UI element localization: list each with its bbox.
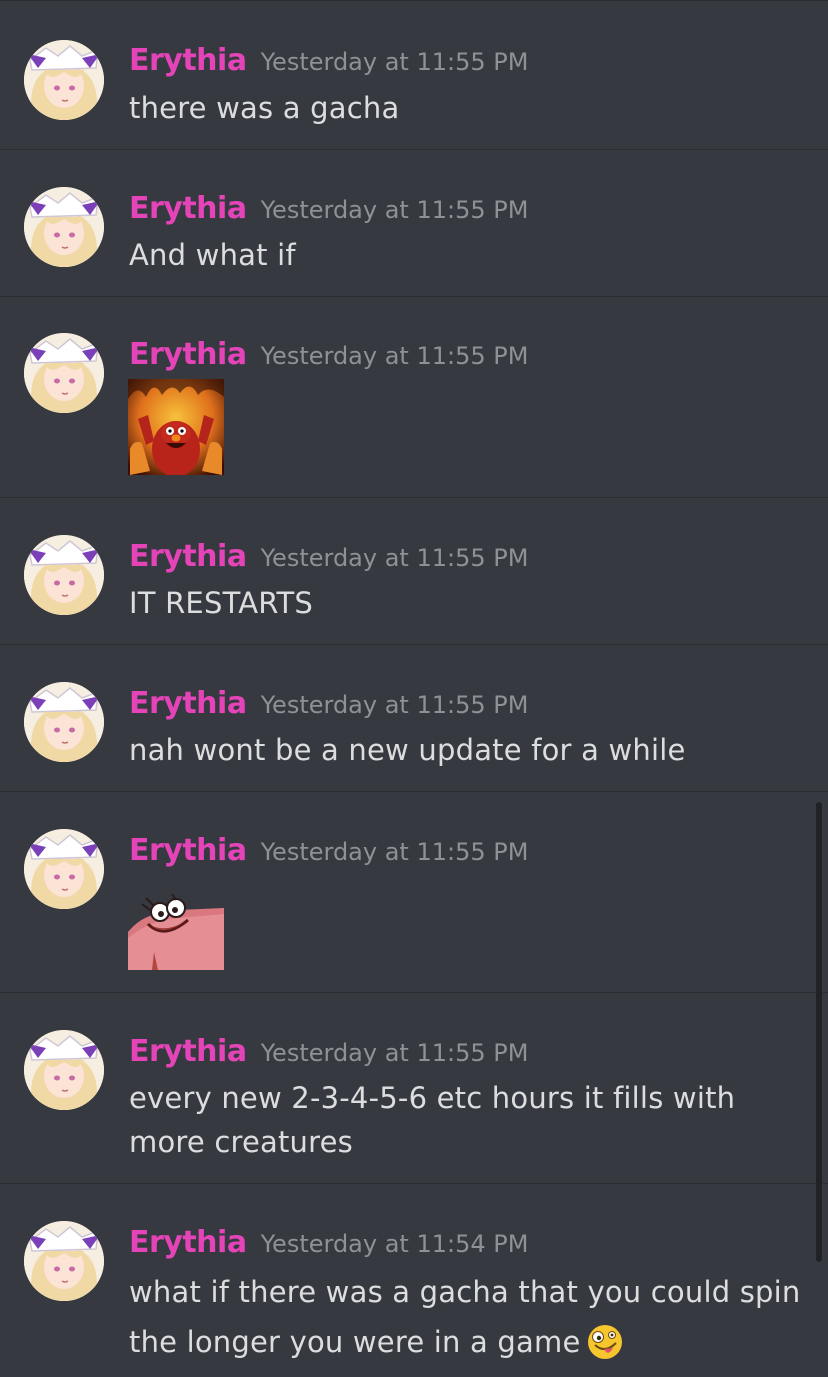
timestamp: Yesterday at 11:55 PM: [260, 838, 529, 866]
gif-attachment[interactable]: [128, 379, 224, 477]
author-name[interactable]: Erythia: [129, 43, 247, 78]
author-name[interactable]: Erythia: [129, 1225, 247, 1260]
elmo-on-fire-image: [128, 379, 224, 477]
message: Erythia Yesterday at 11:55 PM: [0, 791, 828, 992]
author-name[interactable]: Erythia: [129, 191, 247, 226]
user-avatar[interactable]: [24, 187, 104, 267]
timestamp: Yesterday at 11:55 PM: [260, 544, 529, 572]
message: Erythia Yesterday at 11:55 PM there was a…: [0, 0, 828, 149]
message-header: Erythia Yesterday at 11:55 PM: [129, 43, 528, 78]
user-avatar[interactable]: [24, 535, 104, 615]
timestamp: Yesterday at 11:55 PM: [260, 342, 529, 370]
message: Erythia Yesterday at 11:55 PM And what if: [0, 149, 828, 296]
author-name[interactable]: Erythia: [129, 539, 247, 574]
user-avatar[interactable]: [24, 40, 104, 120]
message: Erythia Yesterday at 11:55 PM: [0, 296, 828, 497]
timestamp: Yesterday at 11:55 PM: [260, 48, 529, 76]
message-text: And what if: [129, 238, 296, 272]
avatar-image: [24, 829, 104, 909]
message: Erythia Yesterday at 11:54 PM what if the…: [0, 1183, 828, 1377]
user-avatar[interactable]: [24, 333, 104, 413]
message-header: Erythia Yesterday at 11:54 PM: [129, 1225, 528, 1260]
message-header: Erythia Yesterday at 11:55 PM: [129, 833, 528, 868]
message-header: Erythia Yesterday at 11:55 PM: [129, 337, 528, 372]
avatar-image: [24, 682, 104, 762]
user-avatar[interactable]: [24, 1030, 104, 1110]
image-attachment[interactable]: [128, 874, 224, 970]
message-text: there was a gacha: [129, 91, 400, 125]
author-name[interactable]: Erythia: [129, 686, 247, 721]
message: Erythia Yesterday at 11:55 PM nah wont be…: [0, 644, 828, 791]
scrollbar[interactable]: [816, 802, 822, 1262]
message-header: Erythia Yesterday at 11:55 PM: [129, 686, 528, 721]
message-header: Erythia Yesterday at 11:55 PM: [129, 539, 528, 574]
author-name[interactable]: Erythia: [129, 1034, 247, 1069]
user-avatar[interactable]: [24, 829, 104, 909]
evil-patrick-image: [128, 874, 224, 970]
avatar-image: [24, 1030, 104, 1110]
message-list[interactable]: Erythia Yesterday at 11:55 PM there was a…: [0, 0, 828, 1377]
message-text: what if there was a gacha that you could…: [129, 1267, 809, 1375]
avatar-image: [24, 40, 104, 120]
message-text: IT RESTARTS: [129, 586, 314, 620]
avatar-image: [24, 187, 104, 267]
message-text: every new 2-3-4-5-6 etc hours it fills w…: [129, 1081, 736, 1159]
user-avatar[interactable]: [24, 1221, 104, 1301]
timestamp: Yesterday at 11:55 PM: [260, 1039, 529, 1067]
avatar-image: [24, 535, 104, 615]
message: Erythia Yesterday at 11:55 PM IT RESTARTS: [0, 497, 828, 644]
user-avatar[interactable]: [24, 682, 104, 762]
timestamp: Yesterday at 11:54 PM: [260, 1230, 529, 1258]
author-name[interactable]: Erythia: [129, 337, 247, 372]
author-name[interactable]: Erythia: [129, 833, 247, 868]
zany-face-emoji: [587, 1324, 623, 1375]
avatar-image: [24, 333, 104, 413]
message-header: Erythia Yesterday at 11:55 PM: [129, 1034, 528, 1069]
message: Erythia Yesterday at 11:55 PM every new 2…: [0, 992, 828, 1183]
message-text-content: what if there was a gacha that you could…: [129, 1275, 801, 1359]
message-text: nah wont be a new update for a while: [129, 733, 686, 767]
avatar-image: [24, 1221, 104, 1301]
message-header: Erythia Yesterday at 11:55 PM: [129, 191, 528, 226]
timestamp: Yesterday at 11:55 PM: [260, 691, 529, 719]
timestamp: Yesterday at 11:55 PM: [260, 196, 529, 224]
